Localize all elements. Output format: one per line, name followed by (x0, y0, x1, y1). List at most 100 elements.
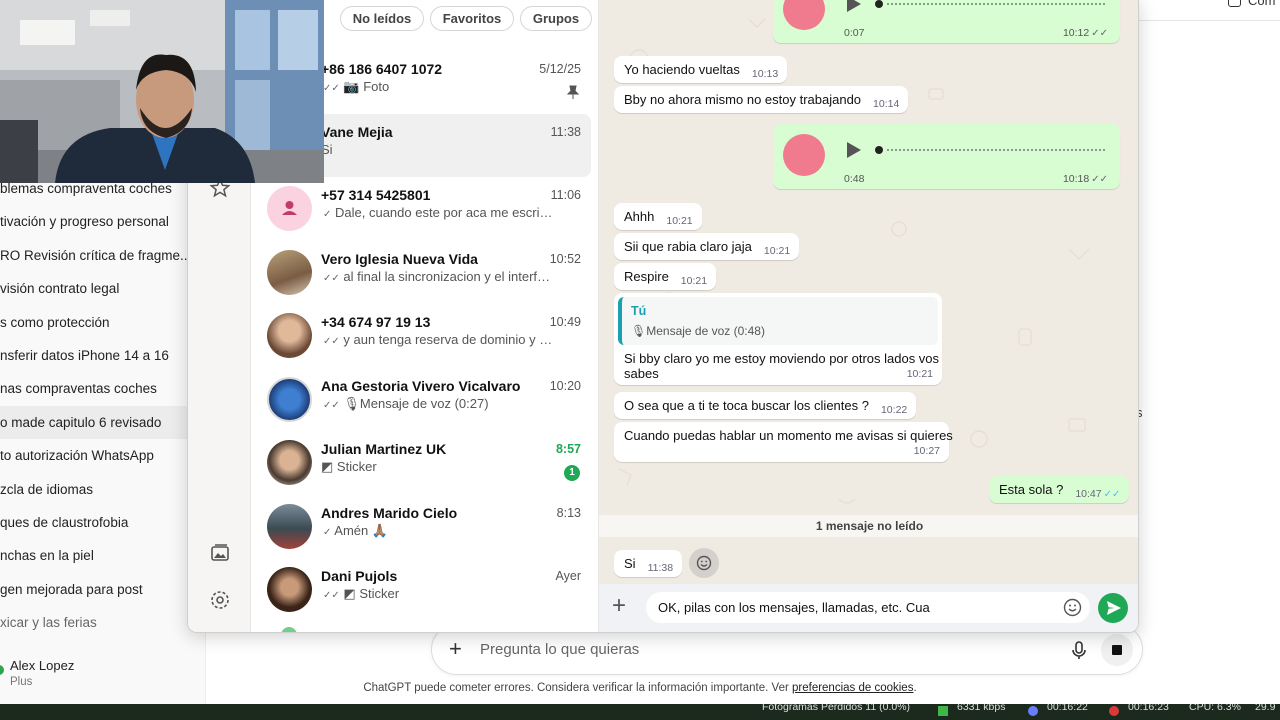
chat-time: 11:06 (550, 188, 581, 202)
sticker-icon: ◩ (321, 459, 334, 474)
history-item[interactable]: nchas en la piel (0, 539, 206, 572)
attach-plus-icon[interactable]: + (449, 636, 462, 662)
quoted-message[interactable]: Tú 🎙Mensaje de voz (0:48) (618, 297, 938, 345)
whatsapp-window: No leídos Favoritos Grupos +86 186 6407 … (187, 0, 1139, 633)
chat-row[interactable]: Ana Gestoria Vivero Vicalvaro 10:20 ✓✓ 🎙… (251, 368, 591, 431)
read-ticks-icon: ✓✓ (323, 400, 340, 411)
chat-name: Andres Marido Cielo (321, 505, 458, 521)
chat-row[interactable]: +57 314 5425801 11:06 ✓ Dale, cuando est… (251, 177, 591, 240)
voice-waveform[interactable] (875, 0, 1107, 8)
preview-text: Sticker (336, 459, 377, 474)
message-time: 10:12 ✓✓ (1062, 27, 1108, 39)
message-outgoing: Esta sola ? 10:47 ✓✓ (989, 476, 1130, 503)
media-gallery-icon[interactable] (209, 542, 231, 564)
chat-time: 11:38 (550, 125, 581, 139)
history-item[interactable]: ques de claustrofobia (0, 506, 206, 539)
chat-name: Vane Mejia (321, 124, 393, 140)
chat-row[interactable]: +34 674 97 19 13 10:49 ✓✓ y aun tenga re… (251, 304, 591, 367)
chat-time: 8:13 (556, 506, 581, 520)
conversation-pane: 0:07 10:12 ✓✓ Yo haciendo vueltas 10:13 Bb… (599, 0, 1138, 632)
avatar (783, 0, 825, 30)
prompt-input[interactable]: Pregunta lo que quieras (480, 641, 639, 658)
smiley-icon (696, 555, 712, 571)
message-composer: + OK, pilas con los mensajes, llamadas, … (599, 584, 1138, 632)
message-incoming: O sea que a ti te toca buscar los client… (614, 392, 917, 419)
voice-waveform[interactable] (875, 146, 1107, 154)
filter-unread[interactable]: No leídos (340, 6, 424, 31)
chat-name: +86 186 6407 1072 (321, 61, 443, 77)
avatar (783, 134, 825, 176)
share-button[interactable]: Com (1138, 0, 1280, 20)
send-button[interactable] (1098, 593, 1128, 623)
history-item[interactable]: RO Revisión crítica de fragme... (0, 239, 206, 272)
chat-row[interactable]: Vero Iglesia Nueva Vida 10:52 ✓✓ al fina… (251, 241, 591, 304)
preview-text: y aun tenga reserva de dominio y no l... (343, 332, 553, 347)
play-icon[interactable] (847, 142, 861, 158)
history-item[interactable]: nsferir datos iPhone 14 a 16 (0, 339, 206, 372)
message-text: Si bby claro yo me estoy moviendo por ot… (624, 351, 940, 366)
read-ticks-icon: ✓✓ (323, 273, 340, 284)
cookie-preferences-link[interactable]: preferencias de cookies (792, 682, 913, 694)
history-item[interactable]: tivación y progreso personal (0, 205, 206, 238)
mic-icon: 🎙 (343, 396, 360, 411)
history-item[interactable]: s como protección (0, 306, 206, 339)
message-time: 10:18 ✓✓ (1062, 173, 1108, 185)
message-input[interactable]: OK, pilas con los mensajes, llamadas, et… (646, 592, 1090, 623)
chat-row[interactable]: Dani Pujols Ayer ✓✓ ◩ Sticker (251, 558, 591, 621)
avatar (267, 377, 312, 422)
quoted-author: Tú (631, 304, 647, 318)
emoji-icon[interactable] (1063, 598, 1082, 617)
microphone-icon[interactable] (1068, 639, 1090, 661)
message-text: sabes (624, 366, 659, 381)
react-emoji-button[interactable] (689, 548, 719, 578)
chat-preview: ✓✓ al final la sincronizacion y el inter… (321, 269, 553, 284)
share-icon (1228, 0, 1241, 7)
history-item[interactable]: visión contrato legal (0, 272, 206, 305)
history-item[interactable]: zcla de idiomas (0, 473, 206, 506)
history-item[interactable]: to autorización WhatsApp (0, 439, 206, 472)
message-time: 10:27 (913, 445, 940, 457)
avatar (281, 627, 297, 632)
stop-button[interactable] (1101, 634, 1133, 666)
chat-name: Dani Pujols (321, 568, 398, 584)
chat-preview: ✓✓ y aun tenga reserva de dominio y no l… (321, 332, 553, 347)
settings-gear-icon[interactable] (209, 589, 231, 611)
message-incoming: Bby no ahora mismo no estoy trabajando 10… (614, 86, 909, 113)
preview-text: Sticker (359, 586, 400, 601)
disclaimer: ChatGPT puede cometer errores. Considera… (0, 682, 1280, 694)
unread-divider: 1 mensaje no leído (599, 515, 1138, 537)
history-item[interactable]: nas compraventas coches (0, 372, 206, 405)
send-icon (1107, 601, 1121, 615)
voice-message-outgoing: 0:07 10:12 ✓✓ (773, 0, 1120, 43)
chat-time: 8:57 (555, 442, 581, 456)
stream-icon (1028, 706, 1038, 716)
play-icon[interactable] (847, 0, 861, 12)
chat-time: 10:52 (549, 252, 581, 266)
message-time: 11:38 (647, 562, 674, 574)
history-item-active[interactable]: o made capitulo 6 revisado (0, 405, 206, 440)
chat-time: 5/12/25 (539, 62, 581, 76)
message-time: 10:21 (680, 275, 708, 287)
history-item[interactable]: gen mejorada para post (0, 573, 206, 606)
chat-row[interactable]: Julian Martinez UK 8:57 ◩ Sticker 1 (251, 431, 591, 494)
message-incoming: Respire 10:21 (614, 263, 717, 290)
record-time: 00:16:23 (1128, 704, 1169, 713)
fps: 29.9 (1255, 704, 1276, 713)
stream-time: 00:16:22 (1047, 704, 1088, 713)
history-item[interactable]: xicar y las ferias (0, 606, 206, 639)
chat-time: Ayer (555, 569, 581, 583)
message-time: 10:21 (666, 215, 693, 227)
attach-plus-icon[interactable]: + (612, 592, 626, 620)
filter-favorites[interactable]: Favoritos (430, 6, 514, 31)
disclaimer-text: ChatGPT puede cometer errores. Considera… (363, 682, 789, 694)
chat-preview: Si (321, 142, 333, 157)
message-incoming: Sii que rabia claro jaja 10:21 (614, 233, 800, 260)
chat-row[interactable]: Andres Marido Cielo 8:13 ✓ Amén 🙏🏽 (251, 495, 591, 558)
message-time: 10:22 (880, 404, 908, 416)
header-divider (1138, 20, 1280, 21)
chat-preview: ✓ Dale, cuando este por aca me escribe..… (321, 205, 553, 220)
sent-tick-icon: ✓ (323, 209, 332, 220)
share-label: Com (1248, 0, 1276, 8)
filter-groups[interactable]: Grupos (520, 6, 592, 31)
chat-preview: ✓ Amén 🙏🏽 (321, 523, 553, 539)
